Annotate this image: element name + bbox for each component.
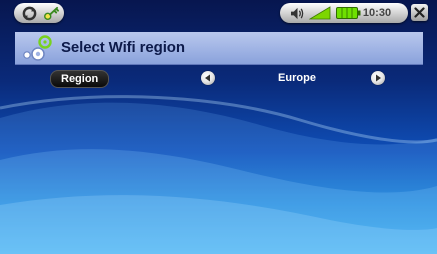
page-title: Select Wifi region — [61, 39, 185, 56]
region-setting-row: Region Europe — [0, 67, 437, 88]
screen: 10:30 Select Wifi region Region Europe — [0, 0, 437, 254]
status-bar: 10:30 — [14, 0, 428, 24]
signal-icon — [308, 3, 332, 23]
speaker-icon[interactable] — [288, 3, 306, 23]
arrow-left-icon[interactable] — [201, 71, 215, 85]
status-pill-left — [14, 3, 64, 23]
status-pill-right: 10:30 — [280, 3, 408, 23]
close-icon[interactable] — [411, 4, 428, 21]
arrow-right-icon[interactable] — [371, 71, 385, 85]
key-icon[interactable] — [41, 3, 61, 23]
gears-icon — [23, 34, 59, 62]
region-value: Europe — [278, 72, 316, 84]
region-label[interactable]: Region — [50, 70, 110, 88]
clock: 10:30 — [362, 7, 392, 19]
refresh-icon[interactable] — [20, 3, 38, 23]
title-banner: Select Wifi region — [15, 32, 423, 65]
battery-icon — [335, 3, 361, 23]
